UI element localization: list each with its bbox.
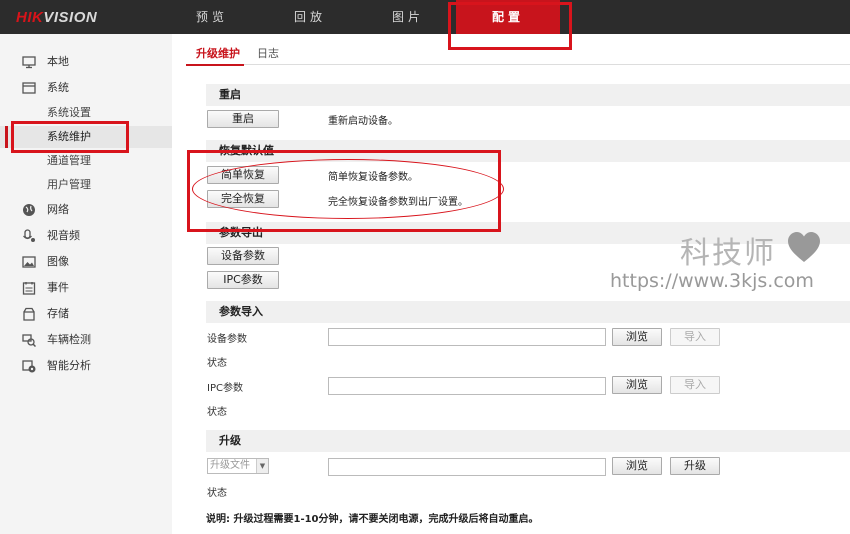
sidebar-item-image[interactable]: 图像 [0, 251, 172, 273]
nav-preview[interactable]: 预览 [180, 0, 244, 34]
export-ipc-params-button[interactable]: IPC参数 [207, 271, 279, 289]
sidebar-item-video-audio[interactable]: 视音频 [0, 225, 172, 247]
section-import: 参数导入 [206, 301, 850, 323]
microphone-icon [23, 229, 35, 242]
calendar-icon [22, 282, 36, 295]
sidebar-item-event[interactable]: 事件 [0, 277, 172, 299]
import-device-file-input[interactable] [328, 328, 606, 346]
annotation-ellipse-restore [192, 159, 504, 219]
import-device-browse-button[interactable]: 浏览 [612, 328, 662, 346]
export-device-params-button[interactable]: 设备参数 [207, 247, 279, 265]
import-ipc-label: IPC参数 [207, 383, 243, 394]
upgrade-note: 说明: 升级过程需要1-10分钟，请不要关闭电源，完成升级后将自动重启。 [206, 514, 539, 525]
import-device-label: 设备参数 [207, 334, 247, 345]
section-upgrade: 升级 [206, 430, 850, 452]
sidebar-item-smart-analysis[interactable]: 智能分析 [0, 355, 172, 377]
sidebar-item-network[interactable]: 网络 [0, 199, 172, 221]
upgrade-button[interactable]: 升级 [670, 457, 720, 475]
vehicle-search-icon [22, 334, 36, 347]
image-icon [22, 256, 36, 268]
hikvision-logo: HIKVISION [16, 9, 98, 26]
tab-divider [186, 64, 850, 65]
upgrade-status-label: 状态 [207, 488, 227, 499]
globe-icon [23, 204, 35, 216]
tab-log[interactable]: 日志 [257, 44, 279, 66]
import-device-status-label: 状态 [207, 358, 227, 369]
section-reboot: 重启 [206, 84, 850, 106]
import-ipc-file-input[interactable] [328, 377, 606, 395]
monitor-icon [22, 56, 36, 69]
sidebar-item-local[interactable]: 本地 [0, 51, 172, 73]
annotation-box-config [448, 2, 572, 50]
import-ipc-browse-button[interactable]: 浏览 [612, 376, 662, 394]
selected-indicator [5, 126, 8, 148]
top-bar: HIKVISION 预览 回放 图片 配置 [0, 0, 850, 34]
tab-active-underline [186, 64, 244, 66]
sidebar-item-storage[interactable]: 存储 [0, 303, 172, 325]
storage-icon [23, 307, 35, 321]
upgrade-file-input[interactable] [328, 458, 606, 476]
watermark-url: https://www.3kjs.com [610, 270, 814, 292]
sidebar-item-channel-management[interactable]: 通道管理 [0, 150, 172, 172]
import-device-import-button[interactable]: 导入 [670, 328, 720, 346]
sidebar-item-vehicle-detection[interactable]: 车辆检测 [0, 329, 172, 351]
upgrade-file-select[interactable]: 升级文件 ▼ [207, 458, 269, 474]
sidebar-item-system[interactable]: 系统 [0, 77, 172, 99]
chevron-down-icon: ▼ [256, 459, 268, 473]
heart-icon [788, 232, 820, 262]
sidebar-item-user-management[interactable]: 用户管理 [0, 174, 172, 196]
reboot-description: 重新启动设备。 [328, 116, 398, 127]
upgrade-browse-button[interactable]: 浏览 [612, 457, 662, 475]
watermark-title: 科技师 [680, 236, 776, 271]
smart-analysis-icon [22, 360, 36, 373]
nav-picture[interactable]: 图片 [376, 0, 440, 34]
import-ipc-status-label: 状态 [207, 407, 227, 418]
reboot-button[interactable]: 重启 [207, 110, 279, 128]
window-icon [22, 82, 36, 94]
tab-upgrade-maintenance[interactable]: 升级维护 [196, 44, 240, 66]
import-ipc-import-button[interactable]: 导入 [670, 376, 720, 394]
nav-playback[interactable]: 回放 [278, 0, 342, 34]
annotation-box-maintenance [11, 121, 129, 153]
